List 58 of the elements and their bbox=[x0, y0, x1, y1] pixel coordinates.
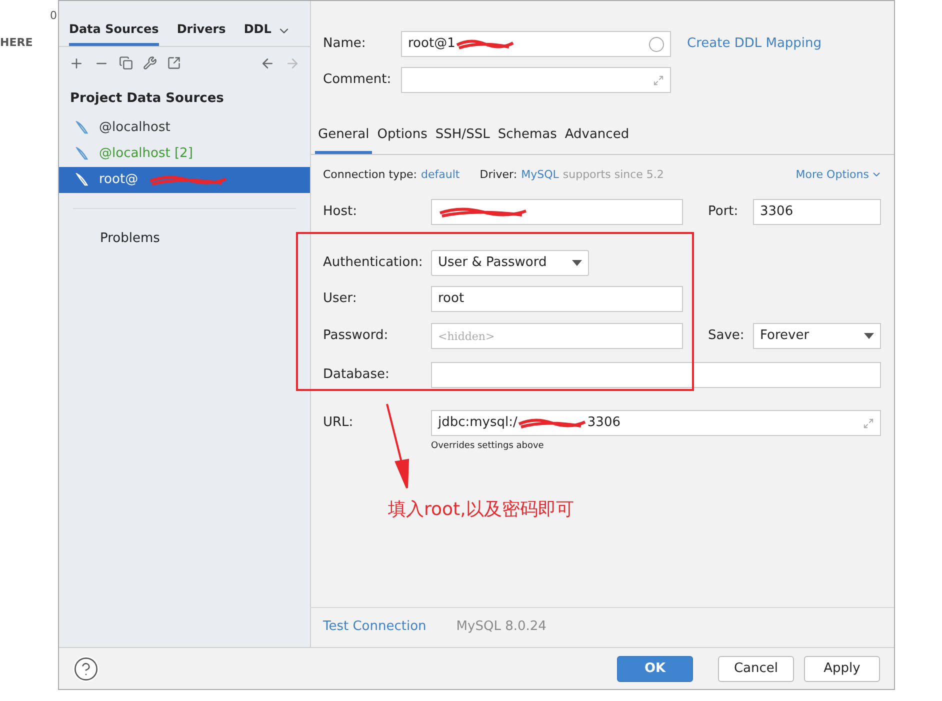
settings-tab[interactable]: General bbox=[315, 123, 372, 154]
version-text: MySQL 8.0.24 bbox=[456, 618, 546, 636]
field-label: User: bbox=[323, 290, 358, 308]
port-field[interactable]: 3306 bbox=[753, 199, 881, 225]
settings-tab[interactable]: Advanced bbox=[562, 123, 632, 154]
sidebar-tab[interactable]: DDL bbox=[244, 20, 272, 46]
export-icon[interactable] bbox=[167, 56, 181, 70]
save-dropdown[interactable]: Forever bbox=[753, 323, 881, 349]
sidebar-tab[interactable]: Data Sources bbox=[69, 20, 159, 46]
authentication-dropdown[interactable]: User & Password bbox=[431, 250, 589, 276]
dialog-button[interactable]: OK bbox=[617, 656, 693, 682]
help-icon[interactable] bbox=[73, 656, 99, 682]
driver-link[interactable]: MySQL bbox=[521, 166, 559, 183]
redaction-scribble bbox=[517, 416, 588, 430]
user-field[interactable]: root bbox=[431, 286, 683, 312]
name-field[interactable]: root@1 bbox=[401, 31, 671, 57]
comment-field[interactable] bbox=[401, 67, 671, 93]
data-source-item[interactable]: root@ bbox=[59, 166, 310, 192]
field-label: Password: bbox=[323, 327, 390, 346]
driver-note: supports since 5.2 bbox=[562, 166, 664, 182]
field-label: Connection type: bbox=[323, 166, 418, 182]
settings-tab[interactable]: Schemas bbox=[494, 123, 560, 154]
annotation-text: 填入root,以及密码即可 bbox=[388, 498, 574, 522]
settings-tab[interactable]: SSH/SSL bbox=[432, 123, 493, 154]
caret-icon bbox=[572, 260, 582, 266]
field-label: Port: bbox=[708, 203, 740, 222]
caret-icon bbox=[864, 333, 874, 339]
field-label: Name: bbox=[323, 35, 367, 54]
section-title: Project Data Sources bbox=[69, 90, 225, 108]
url-field[interactable]: jdbc:mysql:/ 3306 bbox=[431, 410, 881, 436]
backdrop-text: HERE bbox=[0, 34, 34, 50]
copy-icon[interactable] bbox=[119, 56, 133, 70]
url-note: Overrides settings above bbox=[431, 440, 545, 453]
more-options-link[interactable]: More Options bbox=[796, 166, 882, 183]
dialog-button[interactable]: Cancel bbox=[718, 656, 794, 682]
back-icon[interactable] bbox=[260, 56, 275, 70]
redaction-scribble bbox=[455, 37, 516, 51]
field-label: Driver: bbox=[480, 166, 518, 182]
field-label: Host: bbox=[323, 203, 358, 222]
field-label: Save: bbox=[708, 327, 746, 346]
field-label: Database: bbox=[323, 366, 390, 384]
backdrop-text: 0 bbox=[50, 8, 58, 24]
create-ddl-link[interactable]: Create DDL Mapping bbox=[687, 34, 822, 54]
connection-type-link[interactable]: default bbox=[421, 166, 460, 183]
field-label: Comment: bbox=[323, 71, 392, 90]
test-connection-link[interactable]: Test Connection bbox=[323, 616, 426, 636]
sidebar-tab[interactable]: Drivers bbox=[176, 20, 226, 46]
password-field[interactable]: <hidden> bbox=[431, 323, 683, 349]
problems-item[interactable]: Problems bbox=[59, 228, 310, 248]
field-label: Authentication: bbox=[323, 254, 424, 272]
database-field[interactable] bbox=[431, 362, 881, 388]
data-source-item[interactable]: @localhost bbox=[59, 114, 310, 140]
settings-tab[interactable]: Options bbox=[374, 123, 430, 154]
dialog-button[interactable]: Apply bbox=[804, 656, 880, 682]
add-icon[interactable] bbox=[69, 56, 84, 70]
field-label: URL: bbox=[323, 414, 354, 432]
host-field[interactable] bbox=[431, 199, 683, 225]
wrench-icon[interactable] bbox=[143, 56, 157, 70]
